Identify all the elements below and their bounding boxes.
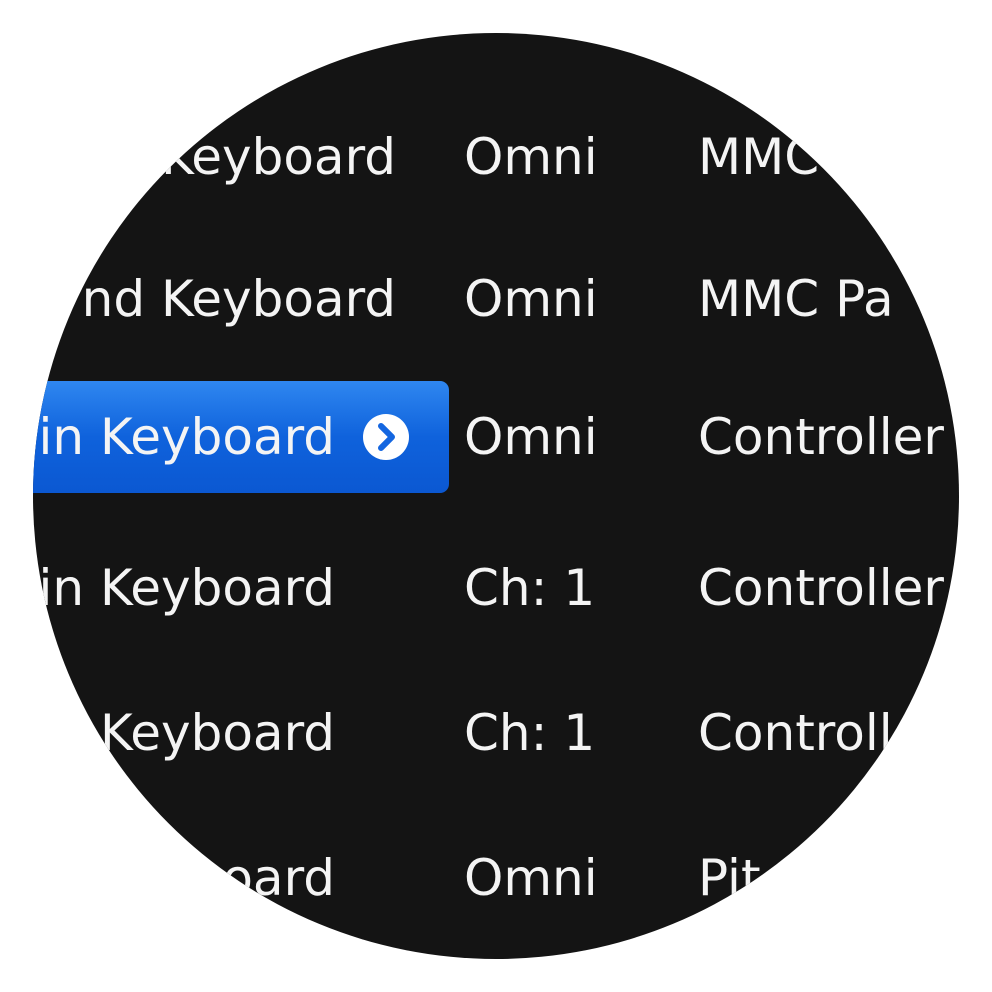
midi-routing-list: Keyboard Omni MMC nd Keyboard Omni MMC P… <box>33 33 959 959</box>
magnifier-lens: Keyboard Omni MMC nd Keyboard Omni MMC P… <box>33 33 959 959</box>
list-row-selected[interactable]: in Keyboard Omni Controller <box>33 381 959 493</box>
row-channel: Ch: 1 <box>464 559 596 617</box>
row-channel: Omni <box>464 849 598 907</box>
row-message-type: Controller <box>698 408 944 466</box>
row-channel: Omni <box>464 270 598 328</box>
row-source-name: in Keyboard <box>38 559 335 617</box>
row-channel: Omni <box>464 408 598 466</box>
list-row[interactable]: in Keyboard Ch: 1 Controller <box>33 532 959 644</box>
row-message-type: Pit <box>698 849 761 907</box>
list-row[interactable]: nd Keyboard Omni MMC Pa <box>33 243 959 355</box>
row-source-name: in Keyboard <box>38 408 335 466</box>
list-row[interactable]: Keyboard Omni MMC <box>33 101 959 213</box>
row-message-type: MMC Pa <box>698 270 894 328</box>
row-source-name: Keyboard <box>99 704 335 762</box>
chevron-right-circle-icon[interactable] <box>363 414 409 460</box>
row-message-type: MMC <box>698 128 820 186</box>
row-source-name: Keyboard <box>160 128 396 186</box>
row-channel: Ch: 1 <box>464 704 596 762</box>
row-channel: Omni <box>464 128 598 186</box>
list-row[interactable]: oard Omni Pit <box>33 822 959 934</box>
list-row[interactable]: Keyboard Ch: 1 Controll <box>33 677 959 789</box>
row-message-type: Controll <box>698 704 893 762</box>
row-message-type: Controller <box>698 559 944 617</box>
row-source-name: oard <box>222 849 335 907</box>
row-source-name: nd Keyboard <box>81 270 396 328</box>
